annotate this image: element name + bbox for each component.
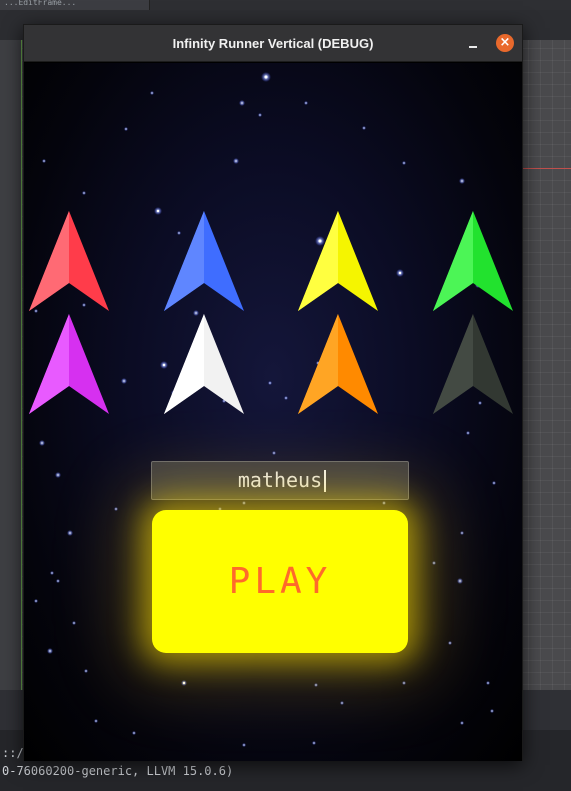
editor-axis-line xyxy=(523,168,571,169)
ship-green[interactable] xyxy=(433,211,513,311)
game-window: Infinity Runner Vertical (DEBUG) × mathe… xyxy=(23,24,523,761)
game-viewport: matheus PLAY xyxy=(24,63,522,761)
ship-dark-gray[interactable] xyxy=(433,314,513,414)
editor-tab-fragment[interactable]: ...EditFrame... xyxy=(0,0,150,10)
ship-magenta[interactable] xyxy=(29,314,109,414)
editor-top-bar: ...EditFrame... xyxy=(0,0,571,10)
player-name-input[interactable]: matheus xyxy=(151,461,409,500)
close-button[interactable]: × xyxy=(496,34,514,52)
ship-white[interactable] xyxy=(164,314,244,414)
window-title: Infinity Runner Vertical (DEBUG) xyxy=(172,36,374,51)
ship-blue[interactable] xyxy=(164,211,244,311)
editor-left-strip xyxy=(0,40,22,690)
ship-orange[interactable] xyxy=(298,314,378,414)
console-line: 0-76060200-generic, LLVM 15.0.6) xyxy=(2,764,234,778)
ship-yellow[interactable] xyxy=(298,211,378,311)
console-line: ::/ xyxy=(2,746,24,760)
ship-red[interactable] xyxy=(29,211,109,311)
text-caret xyxy=(324,470,326,492)
minimize-button[interactable] xyxy=(468,39,480,51)
window-titlebar[interactable]: Infinity Runner Vertical (DEBUG) × xyxy=(24,25,522,62)
play-button[interactable]: PLAY xyxy=(152,510,408,653)
